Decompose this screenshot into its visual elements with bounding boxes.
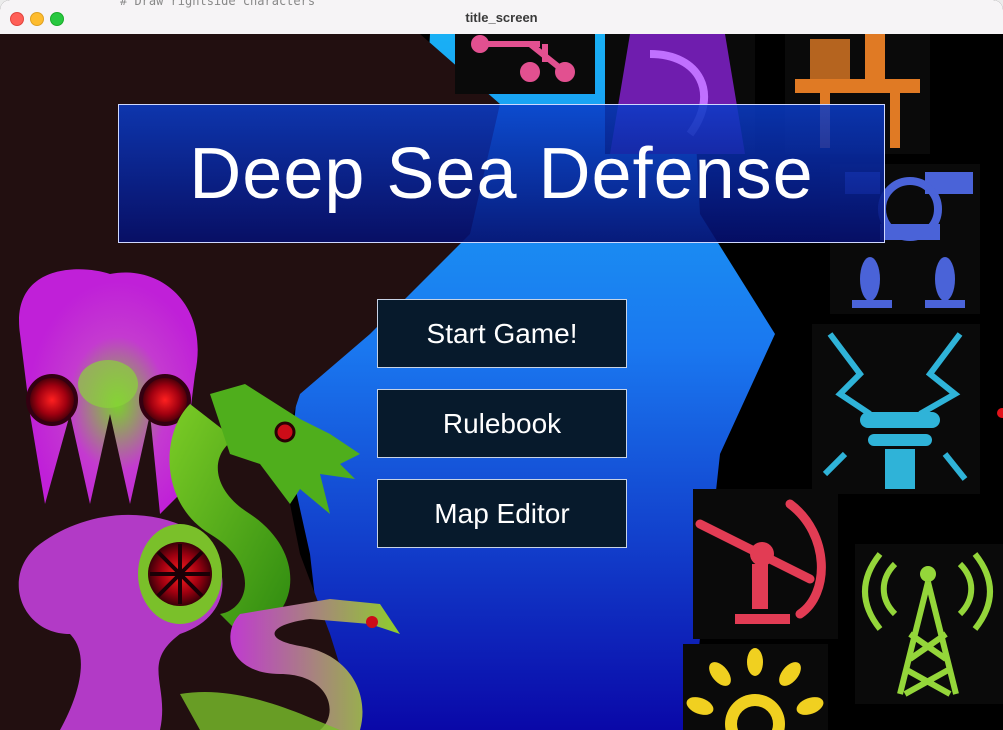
radio-tower-icon	[855, 544, 1003, 704]
sub-circuit-icon	[455, 34, 595, 94]
title-bar: # Draw rightside characters title_screen	[0, 0, 1003, 35]
red-marker-dot	[997, 408, 1003, 418]
map-editor-button[interactable]: Map Editor	[377, 479, 627, 548]
sun-burst-icon	[683, 644, 828, 730]
radar-dish-icon	[693, 489, 838, 639]
window-title: title_screen	[465, 10, 538, 25]
app-window: # Draw rightside characters title_screen	[0, 0, 1003, 730]
game-title-panel: Deep Sea Defense	[118, 104, 885, 243]
lightning-tesla-tower-icon	[812, 324, 980, 494]
game-title: Deep Sea Defense	[189, 133, 814, 214]
start-game-button[interactable]: Start Game!	[377, 299, 627, 368]
background-code-snippet: # Draw rightside characters	[120, 0, 316, 8]
game-scene: Deep Sea Defense Start Game! Rulebook Ma…	[0, 34, 1003, 730]
rulebook-button[interactable]: Rulebook	[377, 389, 627, 458]
